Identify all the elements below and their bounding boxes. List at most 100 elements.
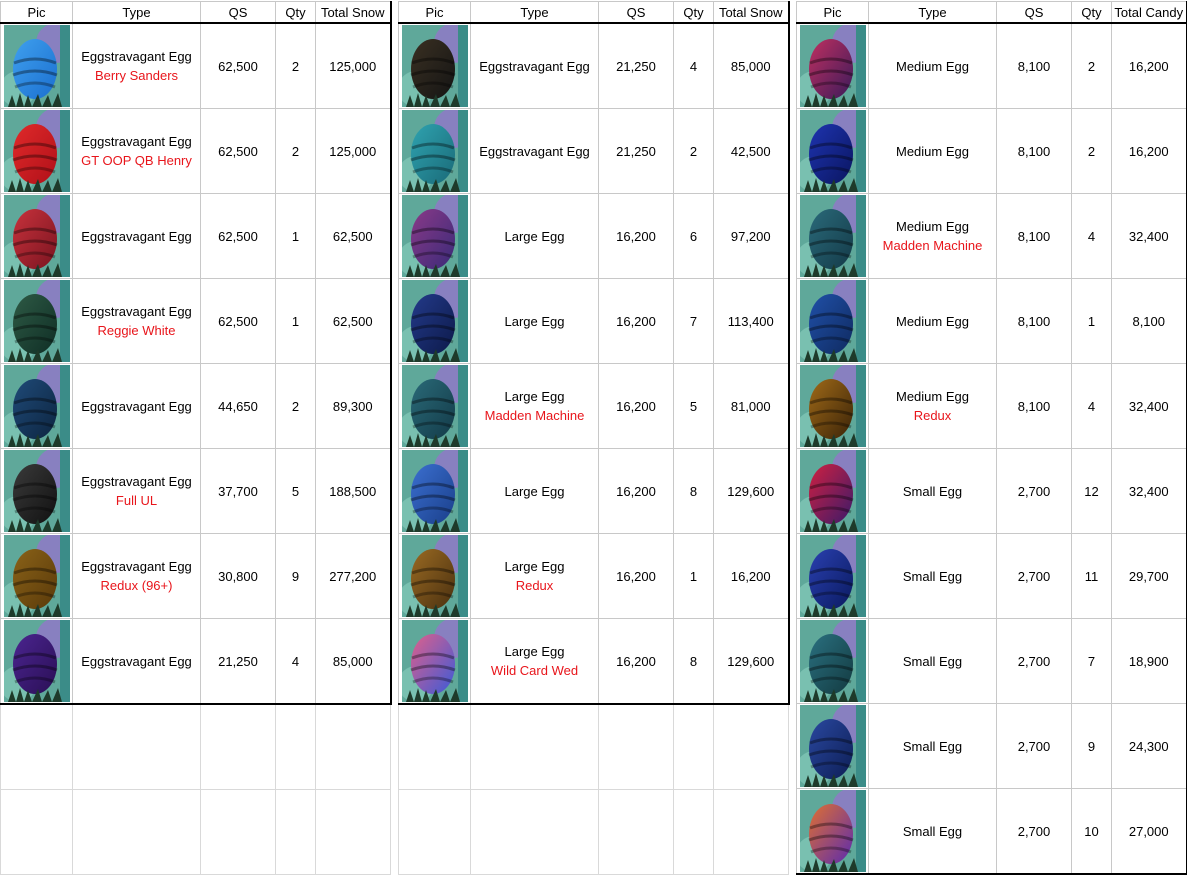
egg-type: Eggstravagant Egg — [81, 228, 192, 244]
table-row: Large Egg Madden Machine 16,200 5 81,000 — [398, 363, 790, 449]
total-cell: 97,200 — [713, 193, 790, 279]
egg-type: Eggstravagant Egg — [81, 134, 192, 149]
table-row: Small Egg 2,700 7 18,900 — [796, 618, 1187, 704]
qs-cell: 16,200 — [598, 448, 674, 534]
egg-type: Large Egg — [504, 483, 565, 499]
type-cell: Small Egg — [868, 703, 997, 789]
blue-egg-icon — [799, 280, 866, 362]
egg-type: Eggstravagant Egg — [81, 474, 192, 489]
total-cell: 125,000 — [315, 108, 392, 194]
qty-cell: 6 — [673, 193, 714, 279]
total-cell: 277,200 — [315, 533, 392, 619]
pic-cell — [398, 22, 471, 109]
type-cell: Eggstravagant Egg Redux (96+) — [72, 533, 201, 619]
egg-variant: Reggie White — [97, 323, 176, 338]
qs-cell: 2,700 — [996, 703, 1072, 789]
qs-cell: 16,200 — [598, 278, 674, 364]
type-cell: Medium Egg Madden Machine — [868, 193, 997, 279]
table-row: Small Egg 2,700 11 29,700 — [796, 533, 1187, 619]
total-cell: 85,000 — [315, 618, 392, 705]
egg-type: Large Egg — [504, 389, 565, 404]
table-row: Eggstravagant Egg 21,250 2 42,500 — [398, 108, 790, 194]
empty-cell — [398, 789, 471, 875]
qs-cell: 16,200 — [598, 618, 674, 705]
total-cell: 62,500 — [315, 278, 392, 364]
total-cell: 27,000 — [1111, 788, 1187, 875]
teal-egg-icon — [401, 110, 468, 192]
qs-cell: 37,700 — [200, 448, 276, 534]
table-row: Small Egg 2,700 10 27,000 — [796, 788, 1187, 875]
total-cell: 81,000 — [713, 363, 790, 449]
black-egg-icon — [3, 450, 70, 532]
table-row: Medium Egg 8,100 1 8,100 — [796, 278, 1187, 364]
qs-cell: 21,250 — [598, 108, 674, 194]
column-header: Qty — [673, 1, 714, 24]
type-cell: Eggstravagant Egg — [470, 108, 599, 194]
qty-cell: 2 — [673, 108, 714, 194]
qs-cell: 62,500 — [200, 193, 276, 279]
total-cell: 125,000 — [315, 22, 392, 109]
total-cell: 16,200 — [1111, 22, 1187, 109]
pic-cell — [796, 278, 869, 364]
rainbow-egg-icon — [401, 620, 468, 702]
red-crowned-egg-icon — [3, 110, 70, 192]
empty-cell — [315, 703, 391, 790]
egg-type: Eggstravagant Egg — [81, 304, 192, 319]
egg-type: Small Egg — [902, 738, 963, 754]
qty-cell: 4 — [275, 618, 316, 705]
red-zigzag-egg-icon — [799, 450, 866, 532]
pic-cell — [398, 533, 471, 619]
table-row: Large Egg 16,200 6 97,200 — [398, 193, 790, 279]
type-cell: Small Egg — [868, 533, 997, 619]
egg-type: Large Egg — [504, 313, 565, 329]
type-cell: Eggstravagant Egg — [470, 22, 599, 109]
table-row: Eggstravagant Egg GT OOP QB Henry 62,500 2 1… — [0, 108, 392, 194]
type-cell: Medium Egg — [868, 108, 997, 194]
empty-row — [398, 789, 789, 875]
qs-cell: 8,100 — [996, 278, 1072, 364]
total-cell: 24,300 — [1111, 703, 1187, 789]
egg-variant: Berry Sanders — [94, 68, 179, 83]
empty-cell — [72, 789, 201, 875]
egg-variant: Madden Machine — [882, 238, 983, 253]
blue-striped-egg-icon — [3, 25, 70, 107]
total-cell: 129,600 — [713, 448, 790, 534]
egg-type: Eggstravagant Egg — [81, 653, 192, 669]
teal-zigzag-egg-icon — [799, 620, 866, 702]
type-cell: Large Egg — [470, 193, 599, 279]
empty-cell — [72, 703, 201, 790]
column-header: Total Candy — [1111, 1, 1187, 24]
type-cell: Small Egg — [868, 618, 997, 704]
column-header: QS — [996, 1, 1072, 24]
total-cell: 32,400 — [1111, 363, 1187, 449]
total-cell: 62,500 — [315, 193, 392, 279]
empty-cell — [200, 789, 276, 875]
qs-cell: 62,500 — [200, 22, 276, 109]
pic-cell — [398, 278, 471, 364]
table-row: Eggstravagant Egg 21,250 4 85,000 — [0, 618, 392, 705]
empty-row — [0, 703, 391, 790]
navy-egg-icon — [3, 365, 70, 447]
snow-table-2: Pic Type QS Qty Total Snow Eggstravagant Egg… — [398, 1, 790, 875]
pic-cell — [796, 108, 869, 194]
egg-type: Eggstravagant Egg — [81, 398, 192, 414]
pic-cell — [398, 193, 471, 279]
candy-table: Pic Type QS Qty Total Candy Medium Egg 8,100 2… — [796, 1, 1187, 875]
egg-variant: Wild Card Wed — [490, 663, 579, 678]
table-row: Medium Egg 8,100 2 16,200 — [796, 108, 1187, 194]
table-row: Eggstravagant Egg Redux (96+) 30,800 9 277,2… — [0, 533, 392, 619]
total-cell: 16,200 — [1111, 108, 1187, 194]
qs-cell: 2,700 — [996, 448, 1072, 534]
total-cell: 32,400 — [1111, 448, 1187, 534]
egg-type: Eggstravagant Egg — [479, 58, 590, 74]
table-row: Eggstravagant Egg Full UL 37,700 5 188,500 — [0, 448, 392, 534]
egg-type: Large Egg — [504, 644, 565, 659]
total-cell: 29,700 — [1111, 533, 1187, 619]
blue-zigzag-egg-icon — [401, 450, 468, 532]
type-cell: Small Egg — [868, 788, 997, 875]
table-row: Eggstravagant Egg 62,500 1 62,500 — [0, 193, 392, 279]
qty-cell: 8 — [673, 448, 714, 534]
egg-variant: GT OOP QB Henry — [81, 153, 192, 168]
table-row: Small Egg 2,700 9 24,300 — [796, 703, 1187, 789]
qs-cell: 21,250 — [598, 22, 674, 109]
